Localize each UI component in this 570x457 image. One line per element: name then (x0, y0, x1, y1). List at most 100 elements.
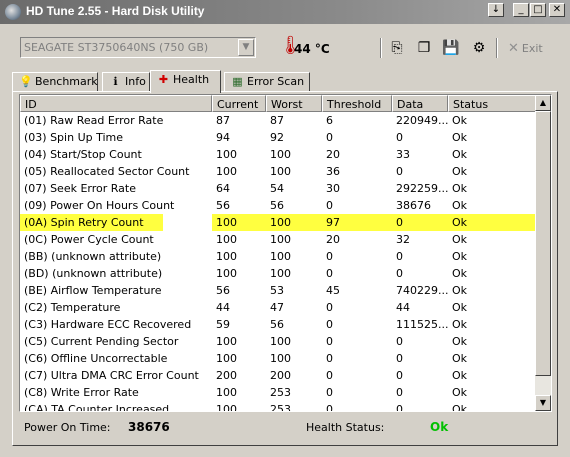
cell-status: Ok (452, 369, 468, 382)
tab-label: Error Scan (247, 75, 305, 88)
table-row[interactable]: (BE) Airflow Temperature 56 53 45 740229... O… (20, 282, 537, 299)
toolbar-separator (496, 38, 498, 58)
cell-data: 0 (396, 267, 403, 280)
table-row[interactable]: (07) Seek Error Rate 64 54 30 292259... Ok (20, 180, 537, 197)
cell-current: 100 (216, 267, 237, 280)
scroll-up-icon[interactable]: ▲ (535, 95, 551, 111)
cell-status: Ok (452, 250, 468, 263)
cell-id: (BE) Airflow Temperature (24, 284, 162, 297)
cell-current: 100 (216, 352, 237, 365)
cell-id: (0A) Spin Retry Count (24, 216, 144, 229)
table-row[interactable]: (C7) Ultra DMA CRC Error Count 200 200 0 0 Ok (20, 367, 537, 384)
cell-worst: 100 (270, 335, 291, 348)
cell-id: (BD) (unknown attribute) (24, 267, 163, 280)
tab-label: Health (173, 73, 210, 86)
cell-status: Ok (452, 318, 468, 331)
cell-threshold: 36 (326, 165, 340, 178)
options-icon[interactable]: ⚙ (469, 38, 489, 58)
cell-threshold: 0 (326, 403, 333, 412)
cell-current: 64 (216, 182, 230, 195)
table-row[interactable]: (C6) Offline Uncorrectable 100 100 0 0 Ok (20, 350, 537, 367)
cell-status: Ok (452, 131, 468, 144)
cell-id: (BB) (unknown attribute) (24, 250, 162, 263)
cell-current: 100 (216, 386, 237, 399)
column-header-status[interactable]: Status (448, 95, 537, 112)
column-header-worst[interactable]: Worst (266, 95, 322, 112)
minimize-button[interactable]: _ (513, 3, 529, 17)
cell-data: 0 (396, 250, 403, 263)
info-icon: ℹ (113, 75, 118, 88)
cell-worst: 100 (270, 233, 291, 246)
exit-icon: ✕ (508, 41, 519, 56)
table-row[interactable]: (C2) Temperature 44 47 0 44 Ok (20, 299, 537, 316)
tab-info[interactable]: ℹ Info (102, 72, 150, 92)
save-icon[interactable]: 💾 (441, 38, 461, 58)
cell-threshold: 0 (326, 250, 333, 263)
column-header-data[interactable]: Data (392, 95, 448, 112)
cell-threshold: 0 (326, 131, 333, 144)
health-status-label: Health Status: (306, 421, 385, 434)
cell-status: Ok (452, 386, 468, 399)
cell-data: 0 (396, 165, 403, 178)
tab-benchmark[interactable]: 💡 Benchmark (12, 72, 98, 92)
close-button[interactable]: ✕ (549, 3, 565, 17)
help-button[interactable]: ↓ (488, 3, 504, 17)
cell-worst: 87 (270, 114, 284, 127)
cell-threshold: 0 (326, 352, 333, 365)
smart-attributes-table[interactable]: ID Current Worst Threshold Data Status (… (19, 94, 552, 412)
exit-button[interactable]: ✕ Exit (508, 41, 543, 56)
drive-select[interactable]: SEAGATE ST3750640NS (750 GB) ▼ (20, 37, 256, 58)
scroll-down-icon[interactable]: ▼ (535, 395, 551, 411)
cell-current: 59 (216, 318, 230, 331)
column-header-id[interactable]: ID (20, 95, 212, 112)
cell-id: (07) Seek Error Rate (24, 182, 136, 195)
power-on-time-value: 38676 (128, 420, 170, 434)
cell-id: (04) Start/Stop Count (24, 148, 142, 161)
table-row[interactable]: (BD) (unknown attribute) 100 100 0 0 Ok (20, 265, 537, 282)
table-row[interactable]: (C8) Write Error Rate 100 253 0 0 Ok (20, 384, 537, 401)
cell-data: 292259... (396, 182, 448, 195)
cell-data: 0 (396, 403, 403, 412)
table-row[interactable]: (09) Power On Hours Count 56 56 0 38676 Ok (20, 197, 537, 214)
cell-current: 87 (216, 114, 230, 127)
cell-status: Ok (452, 182, 468, 195)
table-row[interactable]: (01) Raw Read Error Rate 87 87 6 220949... Ok (20, 112, 537, 129)
table-row[interactable]: (04) Start/Stop Count 100 100 20 33 Ok (20, 146, 537, 163)
cell-worst: 253 (270, 403, 291, 412)
toolbar-separator (380, 38, 382, 58)
table-row[interactable]: (C3) Hardware ECC Recovered 59 56 0 111525..… (20, 316, 537, 333)
cell-status: Ok (448, 214, 537, 231)
table-row[interactable]: (CA) TA Counter Increased 100 253 0 0 Ok (20, 401, 537, 412)
cell-status: Ok (452, 301, 468, 314)
table-row[interactable]: (BB) (unknown attribute) 100 100 0 0 Ok (20, 248, 537, 265)
tab-error-scan[interactable]: ▦ Error Scan (224, 72, 310, 92)
copy-screenshot-icon[interactable]: ❐ (414, 38, 434, 58)
table-row[interactable]: (0C) Power Cycle Count 100 100 20 32 Ok (20, 231, 537, 248)
maximize-button[interactable]: □ (530, 3, 546, 17)
exit-label: Exit (521, 42, 543, 55)
copy-text-icon[interactable]: ⎘ (387, 38, 407, 58)
chevron-down-icon[interactable]: ▼ (238, 39, 254, 56)
cell-threshold: 0 (326, 335, 333, 348)
cell-current: 100 (216, 250, 237, 263)
table-row[interactable]: (05) Reallocated Sector Count 100 100 36 0 Ok (20, 163, 537, 180)
cell-id: (C6) Offline Uncorrectable (24, 352, 168, 365)
cell-worst: 100 (270, 267, 291, 280)
table-row[interactable]: (C5) Current Pending Sector 100 100 0 0 Ok (20, 333, 537, 350)
tab-label: Info (125, 75, 146, 88)
table-row[interactable]: (0A) Spin Retry Count 100 100 97 0 Ok (20, 214, 537, 231)
cell-status: Ok (452, 114, 468, 127)
vertical-scrollbar[interactable]: ▲ ▼ (535, 95, 551, 411)
cell-id: (09) Power On Hours Count (24, 199, 175, 212)
error-scan-icon: ▦ (232, 75, 243, 88)
scrollbar-thumb[interactable] (535, 111, 551, 376)
cell-status: Ok (452, 335, 468, 348)
column-header-threshold[interactable]: Threshold (322, 95, 392, 112)
drive-select-value: SEAGATE ST3750640NS (750 GB) (24, 41, 209, 54)
column-header-current[interactable]: Current (212, 95, 266, 112)
tab-health[interactable]: ✚ Health (150, 70, 221, 93)
cell-current: 100 (216, 335, 237, 348)
cell-threshold: 0 (326, 301, 333, 314)
cell-data: 0 (396, 352, 403, 365)
table-row[interactable]: (03) Spin Up Time 94 92 0 0 Ok (20, 129, 537, 146)
